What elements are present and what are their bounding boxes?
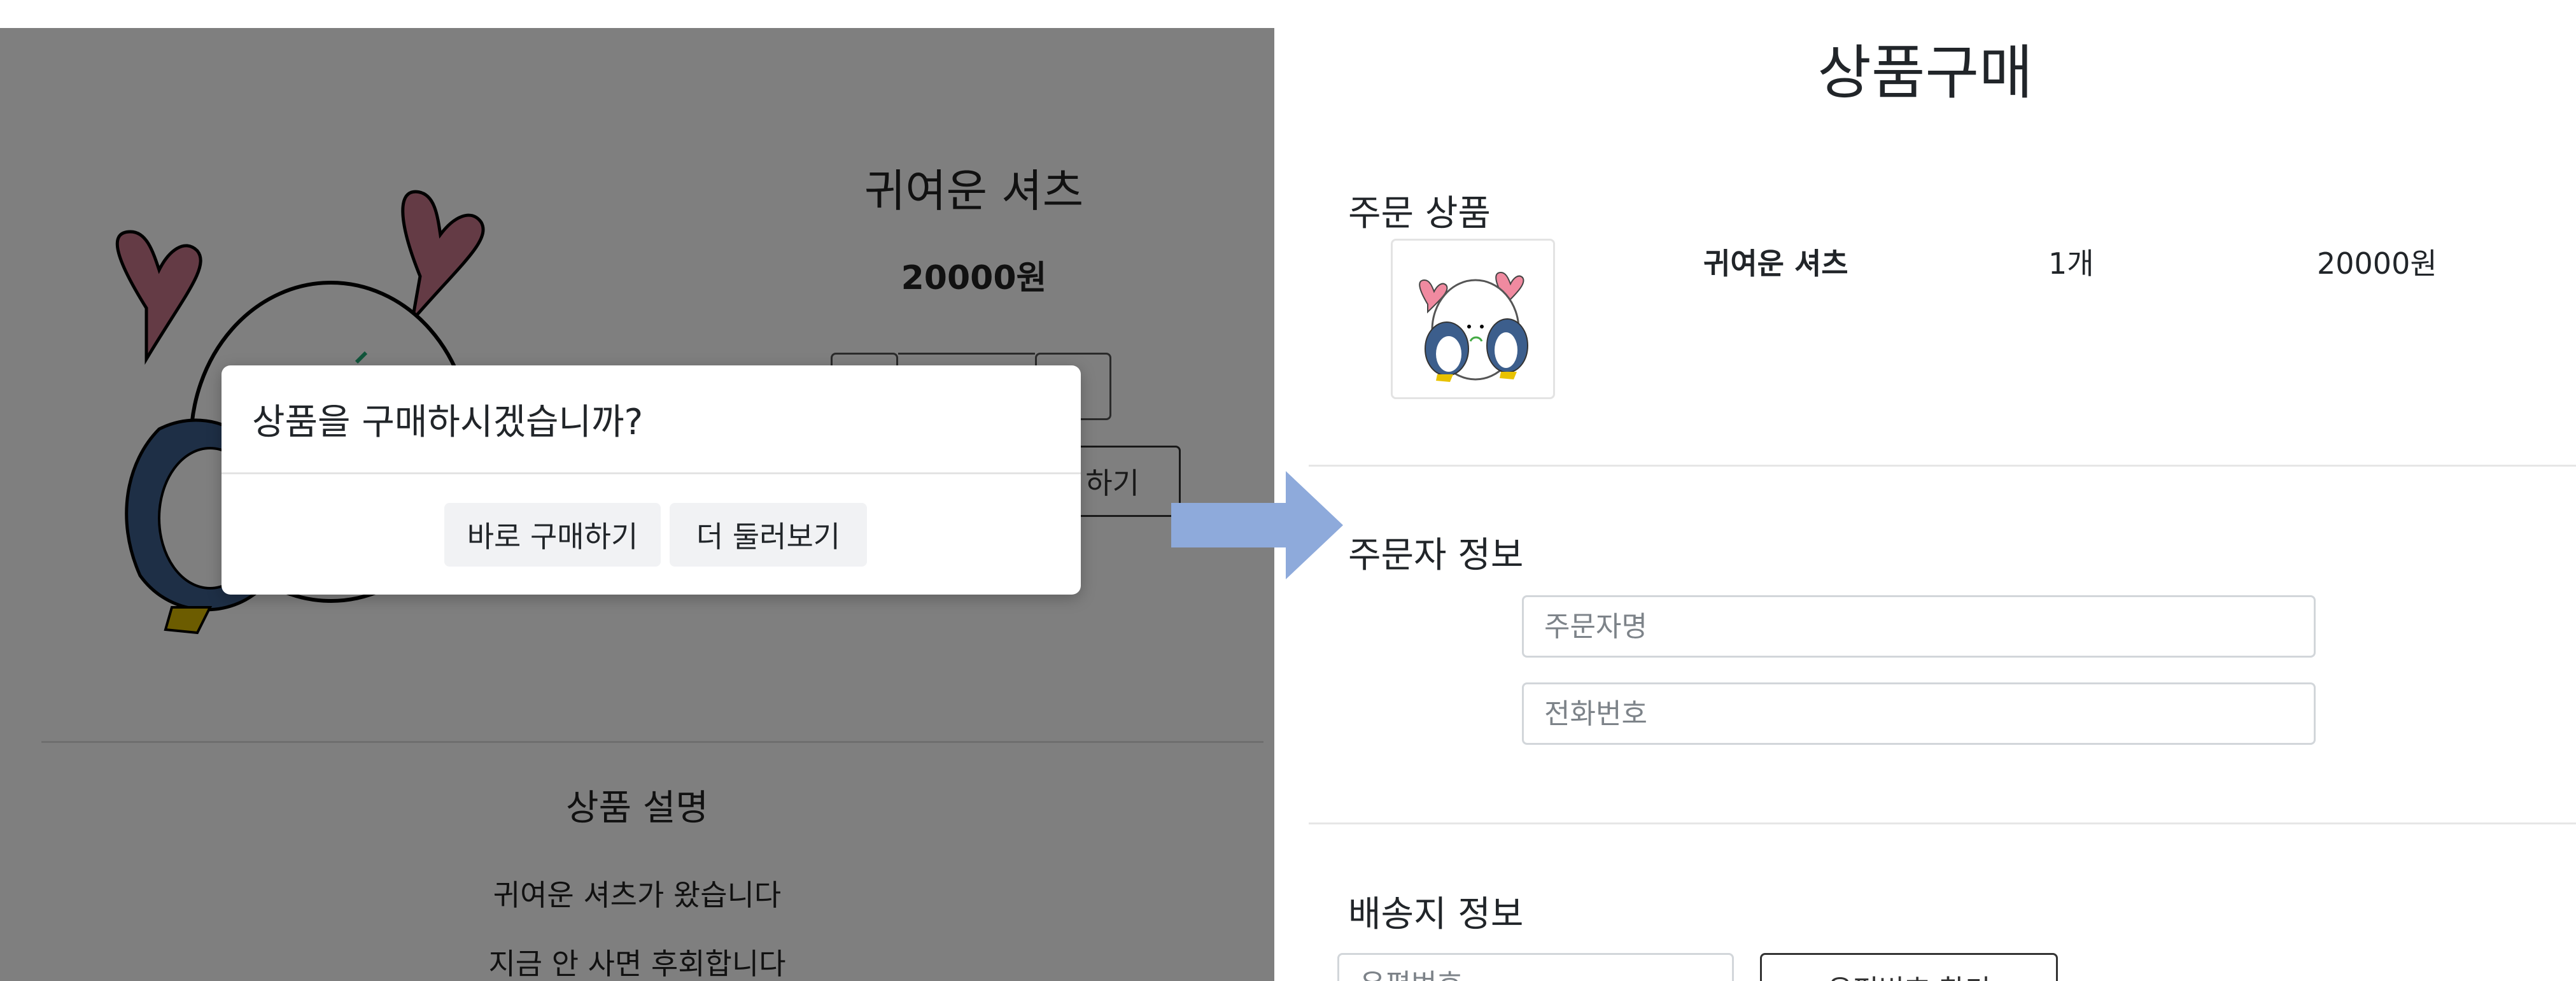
browse-more-button[interactable]: 더 둘러보기	[670, 503, 867, 567]
purchase-confirm-modal: 상품을 구매하시겠습니까? 바로 구매하기 더 둘러보기	[222, 365, 1081, 595]
postcode-input[interactable]	[1337, 953, 1734, 981]
modal-question: 상품을 구매하시겠습니까?	[252, 402, 644, 443]
buy-now-button[interactable]: 바로 구매하기	[444, 503, 661, 567]
find-postcode-button[interactable]: 우편번호 찾기	[1760, 953, 2058, 981]
orderer-info-title: 주문자 정보	[1348, 535, 1524, 576]
page-title: 상품구매	[1817, 39, 2033, 107]
order-item-thumbnail	[1391, 239, 1555, 399]
order-item-name: 귀여운 셔츠	[1703, 246, 1848, 281]
order-items-title: 주문 상품	[1348, 193, 1491, 234]
penguin-thumbnail-icon	[1419, 271, 1528, 382]
product-page-panel: 귀여운 셔츠 20000원 하기 상품 설명 귀여운 셔츠가 왔습니다 지금 안…	[0, 28, 1274, 981]
right-arrow-icon	[1171, 471, 1343, 579]
shipping-info-title: 배송지 정보	[1348, 894, 1524, 935]
section-divider	[1309, 822, 2576, 824]
order-item-price: 20000원	[2317, 246, 2437, 281]
phone-input[interactable]	[1522, 682, 2316, 745]
section-divider	[1309, 465, 2576, 467]
order-item-quantity: 1개	[2048, 246, 2094, 281]
modal-divider	[222, 472, 1081, 474]
orderer-name-input[interactable]	[1522, 595, 2316, 658]
